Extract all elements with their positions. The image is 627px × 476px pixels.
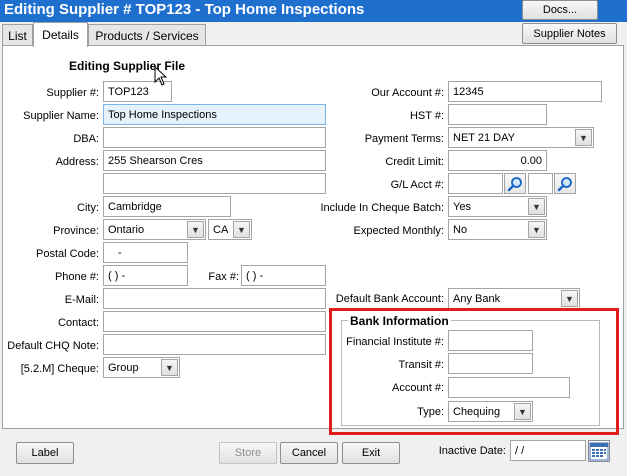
dba-label: DBA: — [73, 133, 99, 145]
postal-code-label: Postal Code: — [36, 248, 99, 260]
window-title: Editing Supplier # TOP123 - Top Home Ins… — [4, 1, 365, 18]
tab-products-services-label: Products / Services — [95, 28, 199, 43]
tab-list[interactable]: List — [2, 24, 33, 46]
chevron-down-icon[interactable]: ▼ — [161, 359, 178, 376]
supplier-no-label: Supplier #: — [46, 87, 99, 99]
supplier-name-field[interactable]: Top Home Inspections — [103, 104, 326, 125]
address-label: Address: — [55, 156, 99, 168]
email-label: E-Mail: — [64, 294, 99, 306]
country-select[interactable]: CA ▼ — [208, 219, 252, 240]
tab-details[interactable]: Details — [33, 22, 88, 47]
gl-acct-field-2[interactable] — [528, 173, 553, 194]
fax-field[interactable]: ( ) - — [241, 265, 326, 286]
default-bank-account-label: Default Bank Account: — [335, 293, 444, 305]
gl-acct-field[interactable] — [448, 173, 503, 194]
default-chq-note-label: Default CHQ Note: — [7, 340, 99, 352]
cursor-icon — [154, 66, 168, 86]
inactive-date-field[interactable]: / / — [510, 440, 586, 461]
gl-acct-label: G/L Acct #: — [390, 179, 444, 191]
payment-terms-value: NET 21 DAY — [453, 131, 515, 144]
label-button[interactable]: Label — [16, 442, 74, 464]
payment-terms-select[interactable]: NET 21 DAY ▼ — [448, 127, 594, 148]
city-label: City: — [77, 202, 99, 214]
province-label: Province: — [53, 225, 99, 237]
country-value: CA — [213, 223, 229, 236]
magnifier-icon — [557, 176, 572, 191]
phone-field[interactable]: ( ) - — [103, 265, 188, 286]
postal-code-field[interactable]: - — [103, 242, 188, 263]
cheque-select[interactable]: Group ▼ — [103, 357, 180, 378]
chevron-down-icon[interactable]: ▼ — [528, 221, 545, 238]
credit-limit-field[interactable]: 0.00 — [448, 150, 547, 171]
chevron-down-icon[interactable]: ▼ — [528, 198, 545, 215]
payment-terms-label: Payment Terms: — [364, 133, 444, 145]
expected-monthly-label: Expected Monthly: — [353, 225, 445, 237]
exit-button[interactable]: Exit — [342, 442, 400, 464]
include-cheque-batch-select[interactable]: Yes ▼ — [448, 196, 547, 217]
magnifier-icon — [507, 176, 522, 191]
province-value: Ontario — [108, 223, 145, 236]
province-select[interactable]: Ontario ▼ — [103, 219, 206, 240]
gl-acct-lookup-button-2[interactable] — [554, 173, 576, 194]
cheque-label: [5.2.M] Cheque: — [20, 363, 99, 375]
supplier-name-label: Supplier Name: — [23, 110, 99, 122]
expected-monthly-select[interactable]: No ▼ — [448, 219, 547, 240]
chevron-down-icon[interactable]: ▼ — [187, 221, 204, 238]
fax-label: Fax #: — [208, 271, 239, 283]
cheque-value: Group — [108, 361, 139, 374]
address-line2-field[interactable] — [103, 173, 326, 194]
email-field[interactable] — [103, 288, 326, 309]
inactive-date-label: Inactive Date: — [438, 445, 506, 457]
supplier-notes-button[interactable]: Supplier Notes — [522, 23, 617, 44]
highlight-box — [329, 308, 619, 435]
store-button[interactable]: Store — [219, 442, 277, 464]
gl-acct-lookup-button[interactable] — [504, 173, 526, 194]
calendar-icon — [589, 442, 609, 461]
city-field[interactable]: Cambridge — [103, 196, 231, 217]
chevron-down-icon[interactable]: ▼ — [233, 221, 250, 238]
docs-button[interactable]: Docs... — [522, 0, 598, 20]
dba-field[interactable] — [103, 127, 326, 148]
tab-details-label: Details — [42, 28, 79, 42]
include-cheque-batch-value: Yes — [453, 200, 471, 213]
credit-limit-label: Credit Limit: — [385, 156, 444, 168]
cancel-button[interactable]: Cancel — [280, 442, 338, 464]
chevron-down-icon[interactable]: ▼ — [575, 129, 592, 146]
hst-field[interactable] — [448, 104, 547, 125]
hst-label: HST #: — [409, 110, 444, 122]
default-chq-note-field[interactable] — [103, 334, 326, 355]
our-account-field[interactable]: 12345 — [448, 81, 602, 102]
phone-label: Phone #: — [54, 271, 99, 283]
contact-field[interactable] — [103, 311, 326, 332]
contact-label: Contact: — [58, 317, 99, 329]
address-line1-field[interactable]: 255 Shearson Cres — [103, 150, 326, 171]
chevron-down-icon[interactable]: ▼ — [561, 290, 578, 307]
expected-monthly-value: No — [453, 223, 468, 236]
calendar-button[interactable] — [588, 440, 610, 462]
default-bank-account-value: Any Bank — [453, 292, 501, 305]
tab-list-label: List — [8, 28, 27, 43]
tab-products-services[interactable]: Products / Services — [88, 24, 206, 46]
default-bank-account-select[interactable]: Any Bank ▼ — [448, 288, 580, 309]
our-account-label: Our Account #: — [371, 87, 444, 99]
include-cheque-batch-label: Include In Cheque Batch: — [320, 202, 444, 214]
